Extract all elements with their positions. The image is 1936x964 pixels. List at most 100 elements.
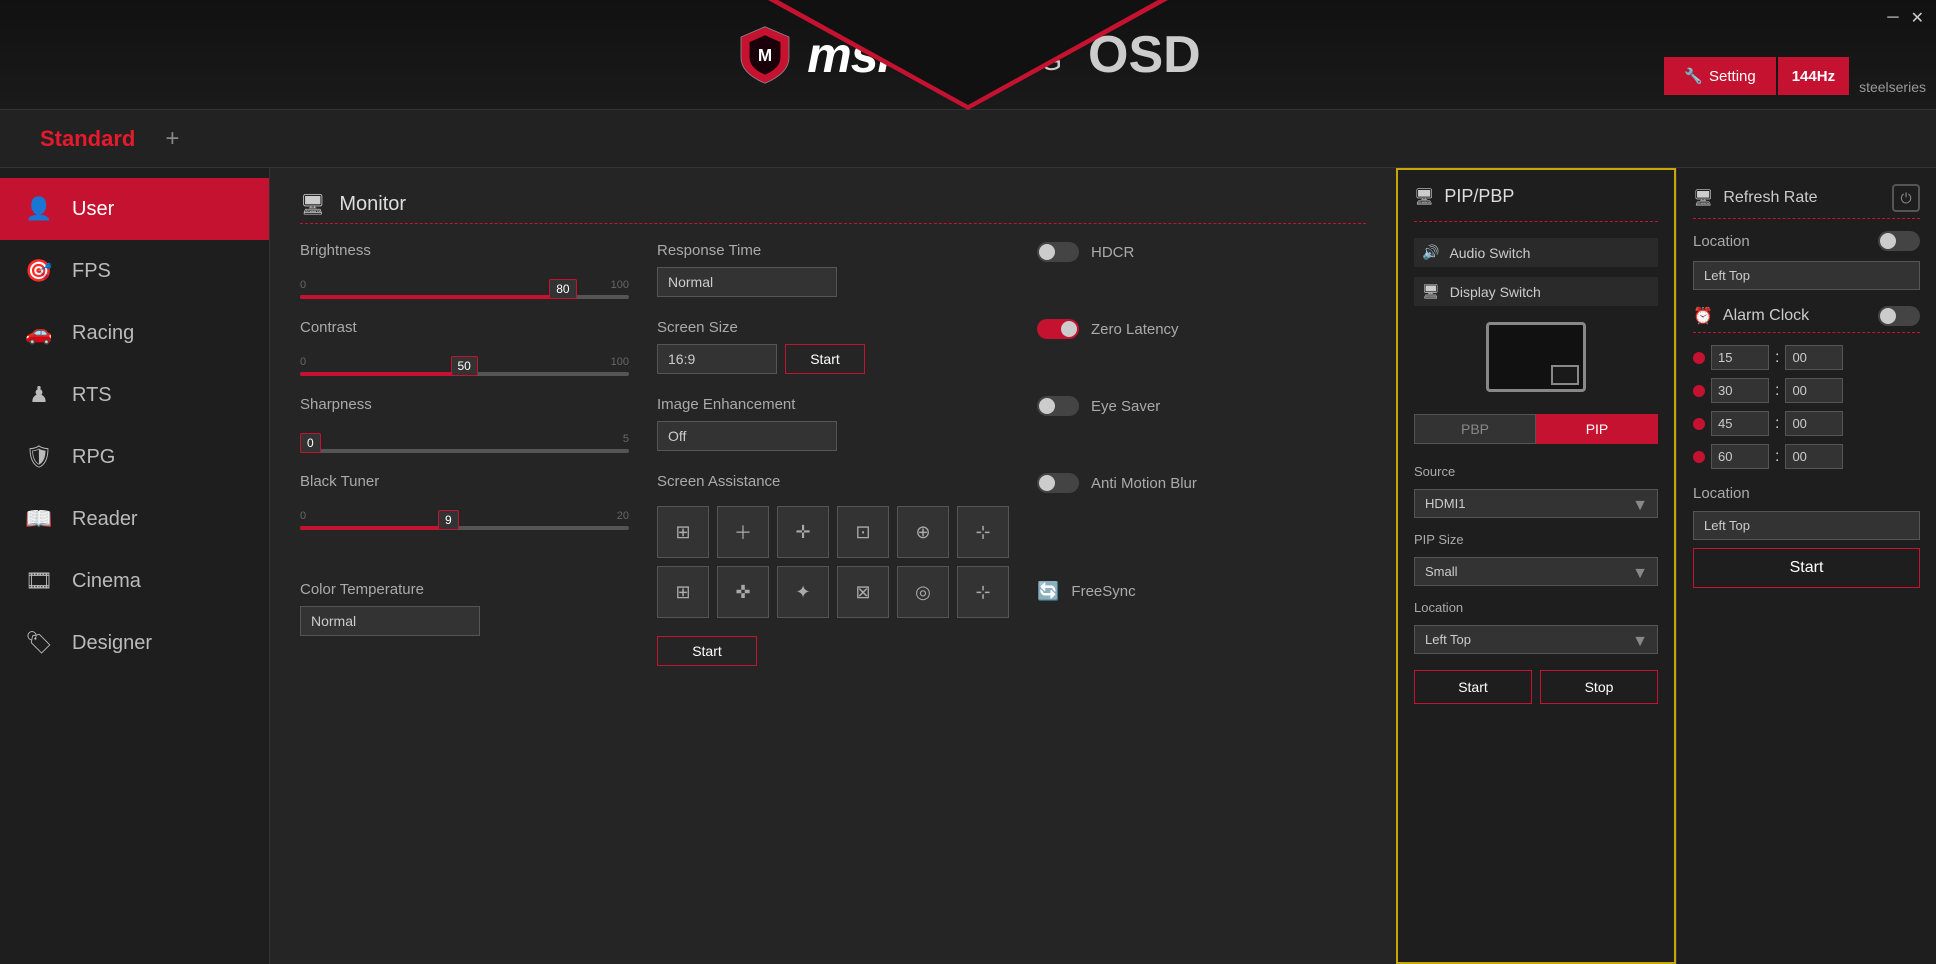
content-area: 🖥 Monitor Brightness 0 100 80 — [270, 168, 1396, 964]
pip-mode-toggle-row: PBP PIP — [1414, 414, 1658, 444]
alarm-location-section: Location Left Top Right Top Left Bottom … — [1693, 485, 1920, 588]
sa-btn-1[interactable]: ⊞ — [657, 506, 709, 558]
contrast-track[interactable]: 50 — [300, 372, 629, 376]
alarm-clock-section: ⏰ Alarm Clock 15304560 : 00153045 3 — [1693, 306, 1920, 469]
brightness-range: 0 100 — [300, 279, 629, 291]
refresh-rate-location-select[interactable]: Left Top Right Top Left Bottom Right Bot… — [1693, 261, 1920, 290]
alarm-hour-1[interactable]: 15304560 — [1711, 345, 1769, 370]
screen-size-start-button[interactable]: Start — [785, 344, 865, 374]
power-icon[interactable]: ⏻ — [1892, 184, 1920, 212]
sharpness-track[interactable]: 0 — [300, 449, 629, 453]
alarm-clock-toggle[interactable] — [1878, 306, 1920, 326]
eye-saver-toggle[interactable] — [1037, 396, 1079, 416]
alarm-hour-4[interactable]: 60153045 — [1711, 444, 1769, 469]
sa-btn-8[interactable]: ✜ — [717, 566, 769, 618]
pbp-mode-button[interactable]: PBP — [1414, 414, 1536, 444]
pip-small-screen — [1551, 365, 1579, 385]
screen-size-select[interactable]: 16:9 4:3 1:1 — [657, 344, 777, 374]
setting-button[interactable]: 🔧 Setting — [1664, 57, 1775, 95]
alarm-hour-3[interactable]: 45153060 — [1711, 411, 1769, 436]
alarm-colon-2: : — [1775, 382, 1779, 400]
response-time-group: Response Time Normal Fast Fastest — [657, 242, 1009, 303]
sa-btn-12[interactable]: ⊹ — [957, 566, 1009, 618]
alarm-hour-2[interactable]: 30154560 — [1711, 378, 1769, 403]
pip-location-select[interactable]: Left Top Right Top Left Bottom Right Bot… — [1414, 625, 1658, 654]
zero-latency-toggle[interactable] — [1037, 319, 1079, 339]
sa-btn-10[interactable]: ⊠ — [837, 566, 889, 618]
eye-saver-label: Eye Saver — [1091, 398, 1160, 415]
anti-motion-blur-label: Anti Motion Blur — [1091, 475, 1197, 492]
top-bar: M msi GAMING OSD ─ ✕ 🔧 Setting 144Hz ste… — [0, 0, 1936, 110]
tab-add-button[interactable]: + — [165, 125, 179, 153]
sa-btn-2[interactable]: ＋ — [717, 506, 769, 558]
sidebar-item-designer[interactable]: 🏷 Designer — [0, 612, 269, 674]
response-time-select[interactable]: Normal Fast Fastest — [657, 267, 837, 297]
contrast-min: 0 — [300, 356, 306, 368]
alarm-clock-header: ⏰ Alarm Clock — [1693, 306, 1920, 326]
brightness-group: Brightness 0 100 80 — [300, 242, 629, 303]
pip-mode-button[interactable]: PIP — [1536, 414, 1658, 444]
pip-source-select[interactable]: HDMI1 HDMI2 DisplayPort — [1414, 489, 1658, 518]
audio-switch-item[interactable]: 🔊 Audio Switch — [1414, 238, 1658, 267]
pip-pbp-title: PIP/PBP — [1444, 186, 1514, 207]
sidebar-item-reader[interactable]: 📖 Reader — [0, 488, 269, 550]
display-switch-item[interactable]: 🖥 Display Switch — [1414, 277, 1658, 306]
alarm-location-select[interactable]: Left Top Right Top Left Bottom Right Bot… — [1693, 511, 1920, 540]
sa-btn-9[interactable]: ✦ — [777, 566, 829, 618]
sharpness-range: 0 5 — [300, 433, 629, 445]
sharpness-label: Sharpness — [300, 396, 629, 413]
alarm-minute-2[interactable]: 00153045 — [1785, 378, 1843, 403]
image-enhancement-select[interactable]: Off Level 1 Level 2 Level 3 — [657, 421, 837, 451]
pip-stop-button[interactable]: Stop — [1540, 670, 1658, 704]
sidebar-item-rpg[interactable]: 🛡 RPG — [0, 426, 269, 488]
black-tuner-slider-container: 0 20 9 — [300, 498, 629, 534]
alarm-clock-title-row: ⏰ Alarm Clock — [1693, 306, 1809, 326]
sidebar-item-cinema[interactable]: 🎞 Cinema — [0, 550, 269, 612]
sidebar-label-rpg: RPG — [72, 446, 115, 469]
hdcr-group: HDCR — [1037, 242, 1366, 303]
sa-btn-6[interactable]: ⊹ — [957, 506, 1009, 558]
black-tuner-group: Black Tuner 0 20 9 — [300, 473, 629, 565]
sa-btn-5[interactable]: ⊕ — [897, 506, 949, 558]
sharpness-value: 0 — [300, 433, 321, 453]
black-tuner-track[interactable]: 9 — [300, 526, 629, 530]
alarm-clock-title: Alarm Clock — [1723, 307, 1809, 325]
black-tuner-label: Black Tuner — [300, 473, 629, 490]
image-enhancement-label: Image Enhancement — [657, 396, 1009, 413]
alarm-minute-1[interactable]: 00153045 — [1785, 345, 1843, 370]
alarm-row-1: 15304560 : 00153045 — [1693, 345, 1920, 370]
sidebar-item-user[interactable]: 👤 User — [0, 178, 269, 240]
sidebar-item-rts[interactable]: ♟ RTS — [0, 364, 269, 426]
pip-location-select-wrapper: Left Top Right Top Left Bottom Right Bot… — [1414, 625, 1658, 654]
pip-source-select-wrapper: HDMI1 HDMI2 DisplayPort ▼ — [1414, 489, 1658, 518]
pip-start-button[interactable]: Start — [1414, 670, 1532, 704]
brightness-value: 80 — [549, 279, 576, 299]
alarm-minute-4[interactable]: 00153045 — [1785, 444, 1843, 469]
screen-assistance-start-button[interactable]: Start — [657, 636, 757, 666]
app-logo: M msi GAMING OSD — [735, 25, 1200, 85]
zero-latency-toggle-container: Zero Latency — [1037, 319, 1366, 339]
audio-switch-label: Audio Switch — [1449, 245, 1530, 261]
color-temperature-select[interactable]: Normal Warm Cool Custom — [300, 606, 480, 636]
brightness-track[interactable]: 80 — [300, 295, 629, 299]
pip-pbp-panel: 🖥 PIP/PBP 🔊 Audio Switch 🖥 Display Switc… — [1396, 168, 1676, 964]
sidebar-item-fps[interactable]: 🎯 FPS — [0, 240, 269, 302]
sidebar-item-racing[interactable]: 🚗 Racing — [0, 302, 269, 364]
sa-btn-3[interactable]: ✛ — [777, 506, 829, 558]
alarm-minute-3[interactable]: 00153045 — [1785, 411, 1843, 436]
hdcr-toggle[interactable] — [1037, 242, 1079, 262]
refresh-rate-icon: 🖥 — [1693, 188, 1713, 208]
sharpness-max: 5 — [623, 433, 629, 445]
contrast-label: Contrast — [300, 319, 629, 336]
tab-standard[interactable]: Standard — [20, 126, 155, 152]
anti-motion-blur-toggle[interactable] — [1037, 473, 1079, 493]
pip-size-select[interactable]: Small Medium Large — [1414, 557, 1658, 586]
svg-text:M: M — [758, 45, 772, 65]
sa-btn-7[interactable]: ⊞ — [657, 566, 709, 618]
refresh-rate-toggle[interactable] — [1878, 231, 1920, 251]
sa-btn-4[interactable]: ⊡ — [837, 506, 889, 558]
refresh-rate-section: 🖥 Refresh Rate ⏻ Location Left Top Right… — [1693, 184, 1920, 290]
alarm-start-button[interactable]: Start — [1693, 548, 1920, 588]
sa-btn-11[interactable]: ◎ — [897, 566, 949, 618]
sidebar-label-racing: Racing — [72, 322, 134, 345]
